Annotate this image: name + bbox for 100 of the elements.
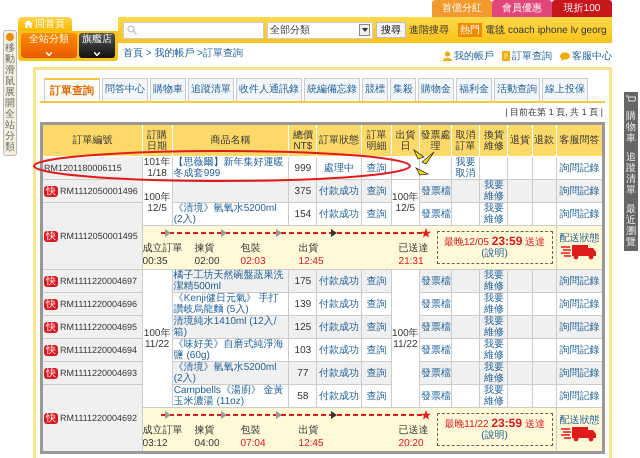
tab[interactable]: 追蹤清單 [188,78,234,101]
side-bar-link[interactable]: 追蹤清單 [626,152,636,196]
account-link[interactable]: 訂單查詢 [502,49,552,63]
inquiry-link[interactable]: 詢問 [559,390,580,402]
column-header: 發票處理 [419,124,452,156]
step-time: 12:45 [298,438,325,449]
tab[interactable]: 競標 [362,78,388,101]
explanation-link[interactable]: (說明) [481,430,508,441]
price-cell: 375 [288,180,317,202]
tab[interactable]: 活動查詢 [494,78,540,101]
express-badge: 快 [44,322,58,332]
tab[interactable]: 問答中心 [102,78,148,101]
hot-keyword-link[interactable]: lv [570,24,578,36]
product-link[interactable]: 《Kenji健日元氣》 手打讚岐烏龍麵 (5入) [174,293,288,315]
advanced-search-link[interactable]: 進階搜尋 [409,23,449,37]
express-badge: 快 [44,230,58,242]
tab[interactable]: 收件人通訊錄 [236,78,302,101]
product-link[interactable]: 清境純水1410ml (12入/箱) [174,316,288,338]
account-link[interactable]: 我的帳戶 [443,49,494,63]
order-status: 付款成功 [319,208,360,220]
step-label: 成立訂單 [142,243,184,254]
document-icon [502,51,510,61]
order-status: 付款成功 [319,276,360,286]
category-side-tab[interactable]: 移動滑鼠展開全站分類 [3,30,17,156]
step-time: 20:20 [398,438,425,449]
product-link[interactable]: 《清境》氫氧水5200ml (2入) [174,362,288,384]
explanation-link[interactable]: (說明) [481,248,508,259]
column-header: 商品名稱 [172,124,289,156]
product-link[interactable]: 《味好美》自磨式純淨海鹽 (60g) [174,339,288,361]
inquiry-link[interactable]: 詢問 [559,368,580,378]
step-label: 成立訂單 [142,425,184,436]
order-status: 付款成功 [319,368,360,378]
hot-keyword-link[interactable]: georg [580,24,607,36]
step-label: 已送達 [398,425,430,436]
record-link[interactable]: 記錄 [579,162,600,174]
record-link[interactable]: 記錄 [579,344,600,356]
inquiry-link[interactable]: 詢問 [559,344,580,356]
tab[interactable]: 購物金 [418,78,454,101]
product-link[interactable]: 【思薇爾】新年集好運暖冬成套999 [174,157,288,179]
deadline-text: 最晚12/05 23:59 送達 [444,236,546,248]
home-icon [24,20,33,28]
record-link[interactable]: 記錄 [579,186,600,196]
step-label: 出貨 [298,243,320,254]
promo-tab[interactable]: 現折100 [552,0,612,17]
tab[interactable]: 統編備忘錄 [304,78,360,101]
express-badge: 快 [44,344,58,356]
column-header: 總價NT$ [288,124,317,156]
record-link[interactable]: 記錄 [579,322,600,332]
cart-icon [626,95,636,103]
inquiry-link[interactable]: 詢問 [559,322,580,332]
inquiry-link[interactable]: 詢問 [559,276,580,286]
order-number-cell: 快 RM1112050001495 [42,202,142,270]
step-label: 包裝 [240,243,262,254]
column-header: 訂單狀態 [316,124,362,156]
search-field[interactable] [123,22,264,38]
side-bar-link[interactable]: 最近瀏覽 [626,204,636,248]
column-header: 訂單明細 [361,124,392,156]
hot-keyword-link[interactable]: iphone [538,24,568,36]
product-link[interactable]: 橘子工坊天然碗盤蔬果洗潔精500ml [174,270,288,292]
hot-keyword-link[interactable]: 電毯 [485,23,505,37]
account-link[interactable]: 客服中心 [560,49,612,63]
product-link[interactable]: Campbells《湯廚》 金黃玉米濃湯 (11oz) [174,385,288,407]
order-number-cell: 快 RM1111220004694 [42,338,142,362]
record-link[interactable]: 記錄 [579,298,600,310]
step-label: 包裝 [240,425,262,436]
product-link[interactable]: 《清境》氫氧水5200ml (2入) [174,203,288,225]
tab[interactable]: 訂單查詢 [44,78,100,101]
category-select[interactable]: 全部分類 [267,22,373,38]
tab[interactable]: 集殺 [390,78,416,101]
tab[interactable]: 購物車 [150,78,186,101]
record-link[interactable]: 記錄 [579,276,600,286]
step-time: 04:00 [194,438,221,449]
column-header: 退貨 [508,124,532,156]
column-header: 退款 [532,124,556,156]
step-time: 00:35 [142,256,169,267]
inquiry-link[interactable]: 詢問 [559,298,580,310]
inquiry-link[interactable]: 詢問 [559,186,580,196]
tab[interactable]: 線上投保 [542,78,588,101]
hot-badge: 熱門 [458,23,482,37]
hot-keyword-link[interactable]: coach [508,24,535,36]
search-button[interactable]: 搜尋 [376,22,406,38]
order-number-cell: 快 RM1112050001496 [42,180,142,202]
order-status: 付款成功 [319,344,360,356]
side-bar-link[interactable]: 購物車 [626,111,636,144]
step-time: 07:04 [240,438,267,449]
order-status: 付款成功 [319,298,360,310]
record-link[interactable]: 記錄 [579,390,600,402]
truck-icon [561,426,598,442]
step-label: 已送達 [398,243,430,254]
promo-tab[interactable]: 會員優惠 [492,0,552,17]
tab[interactable]: 福利金 [456,78,492,101]
express-badge: 快 [44,186,58,196]
record-link[interactable]: 記錄 [579,368,600,378]
breadcrumb: 首頁 > 我的帳戶 >訂單查詢 [123,46,244,60]
inquiry-link[interactable]: 詢問 [559,162,580,174]
record-link[interactable]: 記錄 [579,208,600,220]
order-date-cell: 100年 11/22 [142,270,172,408]
chat-bubble-icon [560,52,570,60]
inquiry-link[interactable]: 詢問 [559,208,580,220]
category-button[interactable]: 旗艦店 [79,33,115,58]
